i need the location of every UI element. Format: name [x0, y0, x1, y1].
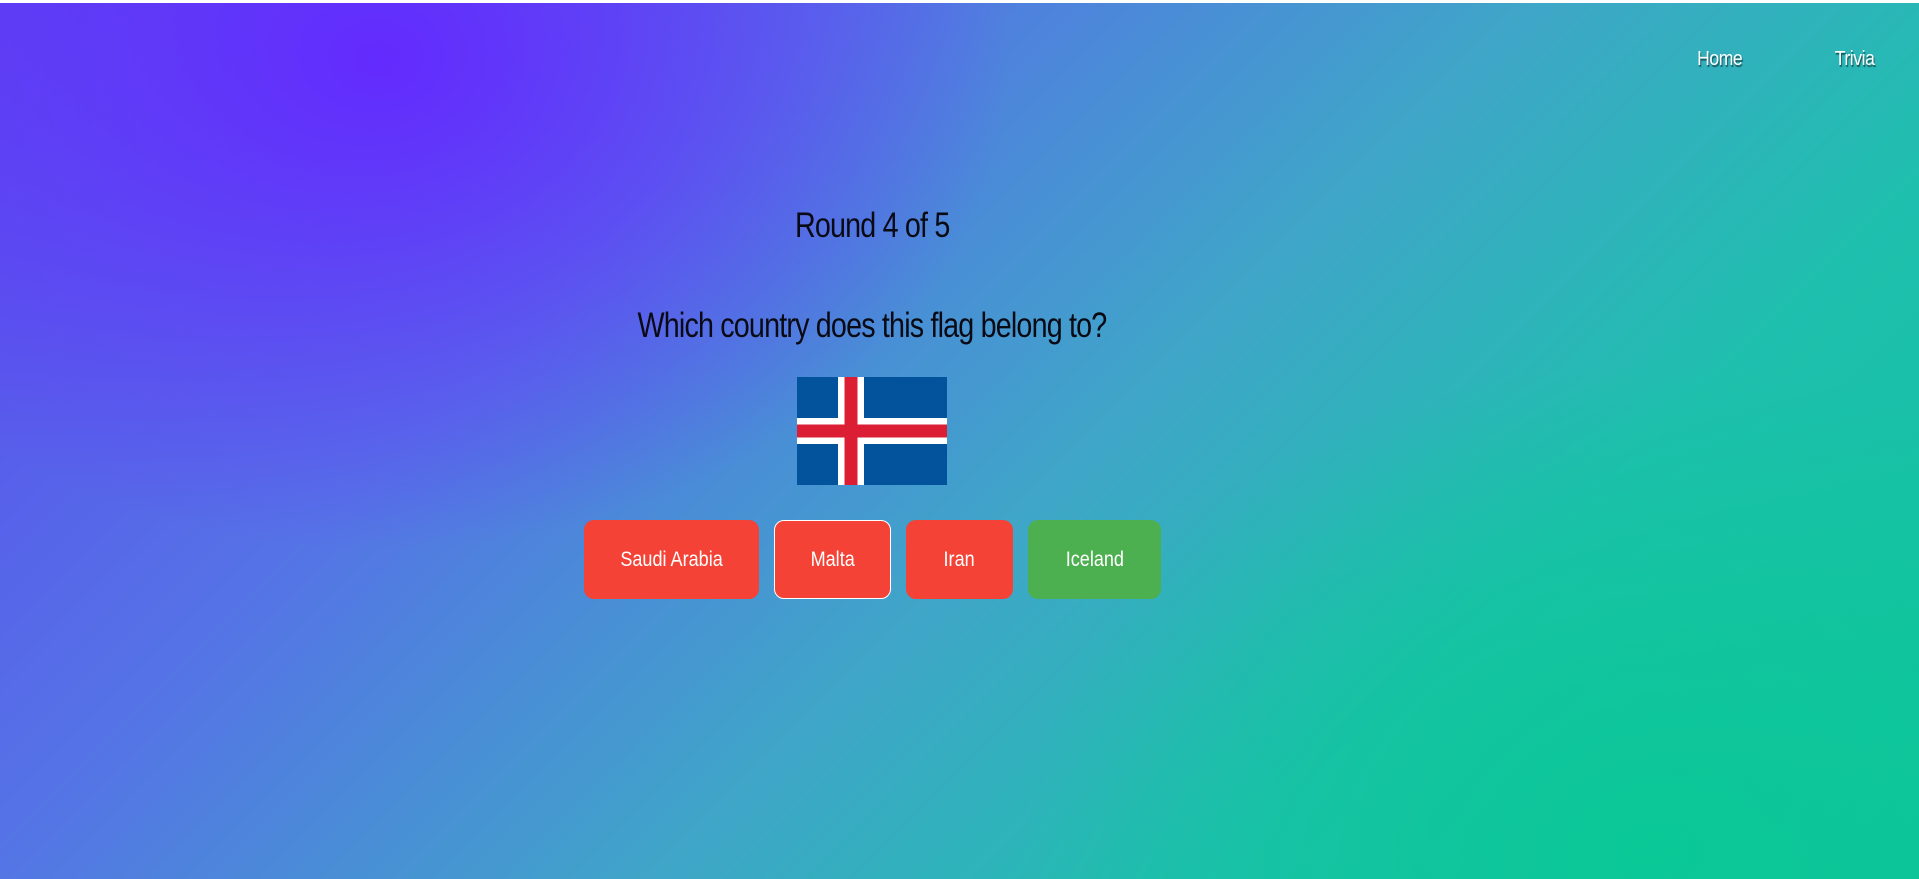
- nav-trivia-link[interactable]: Trivia: [1835, 48, 1875, 71]
- top-border: [0, 0, 1919, 3]
- answer-label: Malta: [810, 547, 855, 571]
- answer-button-saudi-arabia[interactable]: Saudi Arabia: [584, 520, 759, 599]
- round-indicator: Round 4 of 5: [0, 206, 1744, 246]
- top-nav: Home Trivia: [1694, 48, 1877, 71]
- answer-label: Iceland: [1065, 547, 1124, 571]
- answer-button-iceland[interactable]: Iceland: [1028, 520, 1161, 599]
- round-text: Round 4 of 5: [794, 206, 950, 245]
- answer-label: Iran: [943, 547, 976, 571]
- answer-button-malta[interactable]: Malta: [774, 520, 891, 599]
- question-text: Which country does this flag belong to?: [637, 306, 1108, 345]
- answer-button-iran[interactable]: Iran: [906, 520, 1013, 599]
- question-heading: Which country does this flag belong to?: [0, 306, 1744, 346]
- nav-home-link[interactable]: Home: [1698, 48, 1744, 71]
- answer-label: Saudi Arabia: [620, 547, 723, 571]
- answer-options: Saudi Arabia Malta Iran Iceland: [584, 520, 1161, 599]
- iceland-flag-icon: [797, 377, 947, 485]
